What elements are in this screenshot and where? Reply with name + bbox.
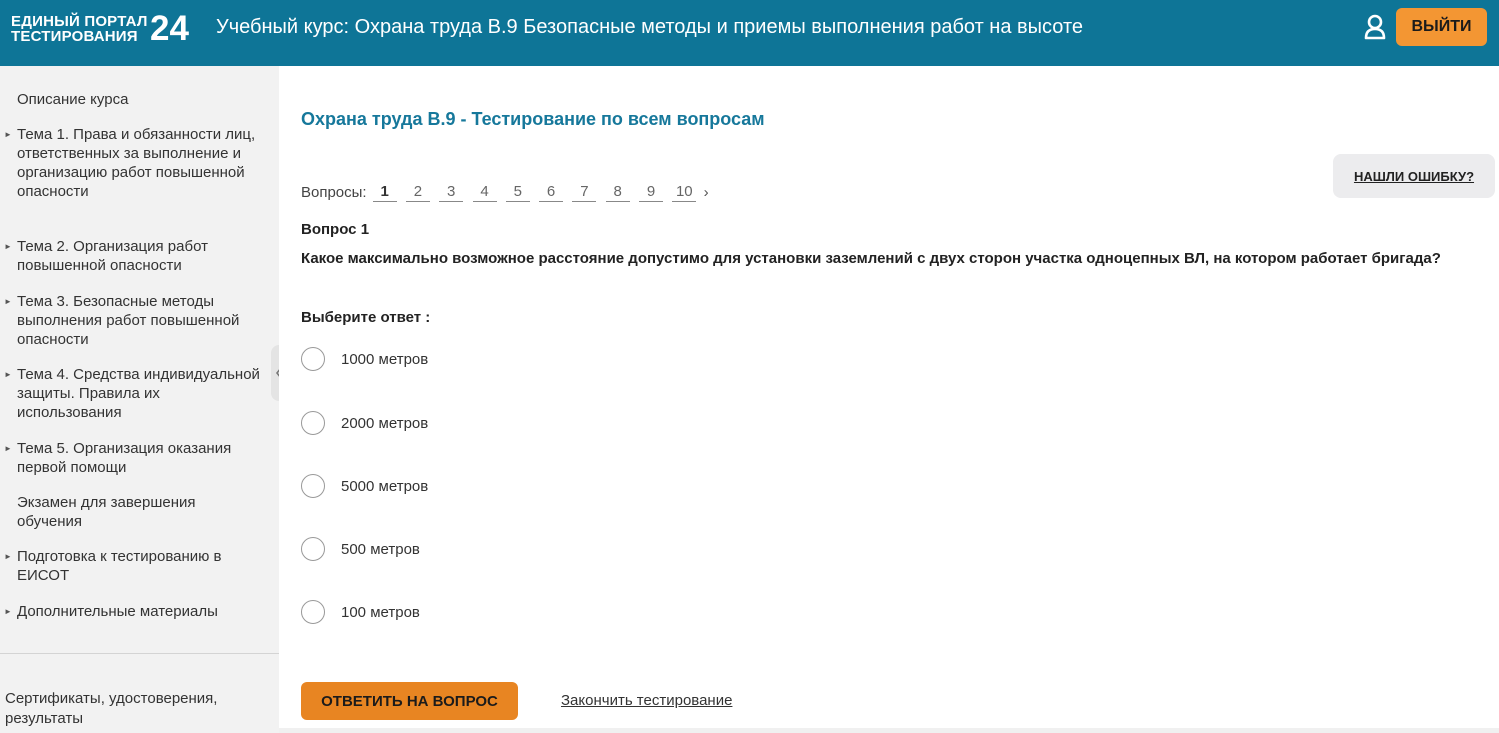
sidebar-item-description[interactable]: Описание курса xyxy=(17,90,262,109)
answer-option[interactable]: 1000 метров xyxy=(301,347,428,371)
question-link-8[interactable]: 8 xyxy=(605,183,630,202)
course-sidebar: Описание курса ► Тема 1. Права и обязанн… xyxy=(0,66,287,733)
radio-button[interactable] xyxy=(301,347,325,371)
sidebar-divider xyxy=(0,653,279,654)
answer-option[interactable]: 100 метров xyxy=(301,600,420,624)
logout-button[interactable]: ВЫЙТИ xyxy=(1396,8,1487,46)
radio-button[interactable] xyxy=(301,537,325,561)
page-title: Охрана труда В.9 - Тестирование по всем … xyxy=(301,109,765,129)
answer-label: 500 метров xyxy=(341,540,420,558)
sidebar-item-label: Подготовка к тестированию в ЕИСОТ xyxy=(17,548,222,584)
radio-button[interactable] xyxy=(301,600,325,624)
sidebar-item-exam[interactable]: Экзамен для завершения обучения xyxy=(17,493,262,531)
caret-right-icon: ► xyxy=(4,297,12,306)
sidebar-item-materials[interactable]: ► Дополнительные материалы xyxy=(4,602,262,621)
caret-right-icon: ► xyxy=(4,444,12,453)
course-title: Учебный курс: Охрана труда В.9 Безопасны… xyxy=(216,16,1084,38)
caret-right-icon: ► xyxy=(4,607,12,616)
answer-label: 1000 метров xyxy=(341,350,429,368)
select-answer-label: Выберите ответ : xyxy=(301,309,431,326)
sidebar-item-topic-5[interactable]: ► Тема 5. Организация оказания первой по… xyxy=(4,439,262,477)
question-link-3[interactable]: 3 xyxy=(439,183,464,202)
sidebar-item-topic-4[interactable]: ► Тема 4. Средства индивидуальной защиты… xyxy=(4,365,262,422)
questions-label: Вопросы: xyxy=(301,184,367,201)
caret-right-icon: ► xyxy=(4,370,12,379)
question-link-6[interactable]: 6 xyxy=(539,183,564,202)
logo-line-1: ЕДИНЫЙ ПОРТАЛ xyxy=(11,13,148,30)
question-link-5[interactable]: 5 xyxy=(505,183,530,202)
sidebar-item-label: Тема 4. Средства индивидуальной защиты. … xyxy=(17,366,260,421)
answer-option[interactable]: 5000 метров xyxy=(301,474,428,498)
question-link-1[interactable]: 1 xyxy=(372,183,397,202)
sidebar-item-label: Тема 2. Организация работ повышенной опа… xyxy=(17,238,208,274)
sidebar-item-label: Тема 3. Безопасные методы выполнения раб… xyxy=(17,293,240,348)
sidebar-item-topic-3[interactable]: ► Тема 3. Безопасные методы выполнения р… xyxy=(4,292,262,349)
sidebar-item-label: Описание курса xyxy=(17,91,129,108)
radio-button[interactable] xyxy=(301,474,325,498)
logo-number: 24 xyxy=(150,9,189,48)
question-link-4[interactable]: 4 xyxy=(472,183,497,202)
caret-right-icon: ► xyxy=(4,130,12,139)
caret-right-icon: ► xyxy=(4,242,12,251)
finish-test-link[interactable]: Закончить тестирование xyxy=(561,692,732,709)
question-link-7[interactable]: 7 xyxy=(572,183,597,202)
question-link-10[interactable]: 10 xyxy=(672,183,697,202)
top-header: ЕДИНЫЙ ПОРТАЛ ТЕСТИРОВАНИЯ 24 Учебный ку… xyxy=(0,0,1499,66)
answer-label: 2000 метров xyxy=(341,414,429,432)
next-page-chevron-icon[interactable]: › xyxy=(704,184,709,201)
sidebar-item-label: Дополнительные материалы xyxy=(17,603,218,620)
radio-button[interactable] xyxy=(301,411,325,435)
sidebar-item-prep[interactable]: ► Подготовка к тестированию в ЕИСОТ xyxy=(4,547,262,585)
question-link-2[interactable]: 2 xyxy=(405,183,430,202)
portal-logo[interactable]: ЕДИНЫЙ ПОРТАЛ ТЕСТИРОВАНИЯ 24 xyxy=(11,10,196,48)
question-link-9[interactable]: 9 xyxy=(638,183,663,202)
answer-option[interactable]: 2000 метров xyxy=(301,411,428,435)
test-content: Охрана труда В.9 - Тестирование по всем … xyxy=(279,66,1499,728)
logo-text: ЕДИНЫЙ ПОРТАЛ ТЕСТИРОВАНИЯ xyxy=(11,14,148,44)
report-error-button[interactable]: НАШЛИ ОШИБКУ? xyxy=(1333,154,1495,198)
sidebar-item-label: Тема 5. Организация оказания первой помо… xyxy=(17,440,232,476)
sidebar-item-certificates[interactable]: Сертификаты, удостоверения, результаты xyxy=(5,689,265,729)
sidebar-item-topic-1[interactable]: ► Тема 1. Права и обязанности лиц, ответ… xyxy=(4,125,262,201)
sidebar-item-label: Тема 1. Права и обязанности лиц, ответст… xyxy=(17,126,256,200)
question-title: Вопрос 1 xyxy=(301,221,370,238)
user-icon[interactable] xyxy=(1364,14,1386,40)
logo-line-2: ТЕСТИРОВАНИЯ xyxy=(11,28,138,45)
answer-label: 5000 метров xyxy=(341,477,429,495)
sidebar-item-label: Экзамен для завершения обучения xyxy=(17,494,196,530)
sidebar-item-topic-2[interactable]: ► Тема 2. Организация работ повышенной о… xyxy=(4,237,262,275)
submit-answer-button[interactable]: ОТВЕТИТЬ НА ВОПРОС xyxy=(301,682,518,720)
caret-right-icon: ► xyxy=(4,552,12,561)
answer-label: 100 метров xyxy=(341,603,420,621)
answer-option[interactable]: 500 метров xyxy=(301,537,420,561)
question-text: Какое максимально возможное расстояние д… xyxy=(301,250,1441,267)
question-pagination: Вопросы: 1 2 3 4 5 6 7 8 9 10 › xyxy=(301,183,709,202)
